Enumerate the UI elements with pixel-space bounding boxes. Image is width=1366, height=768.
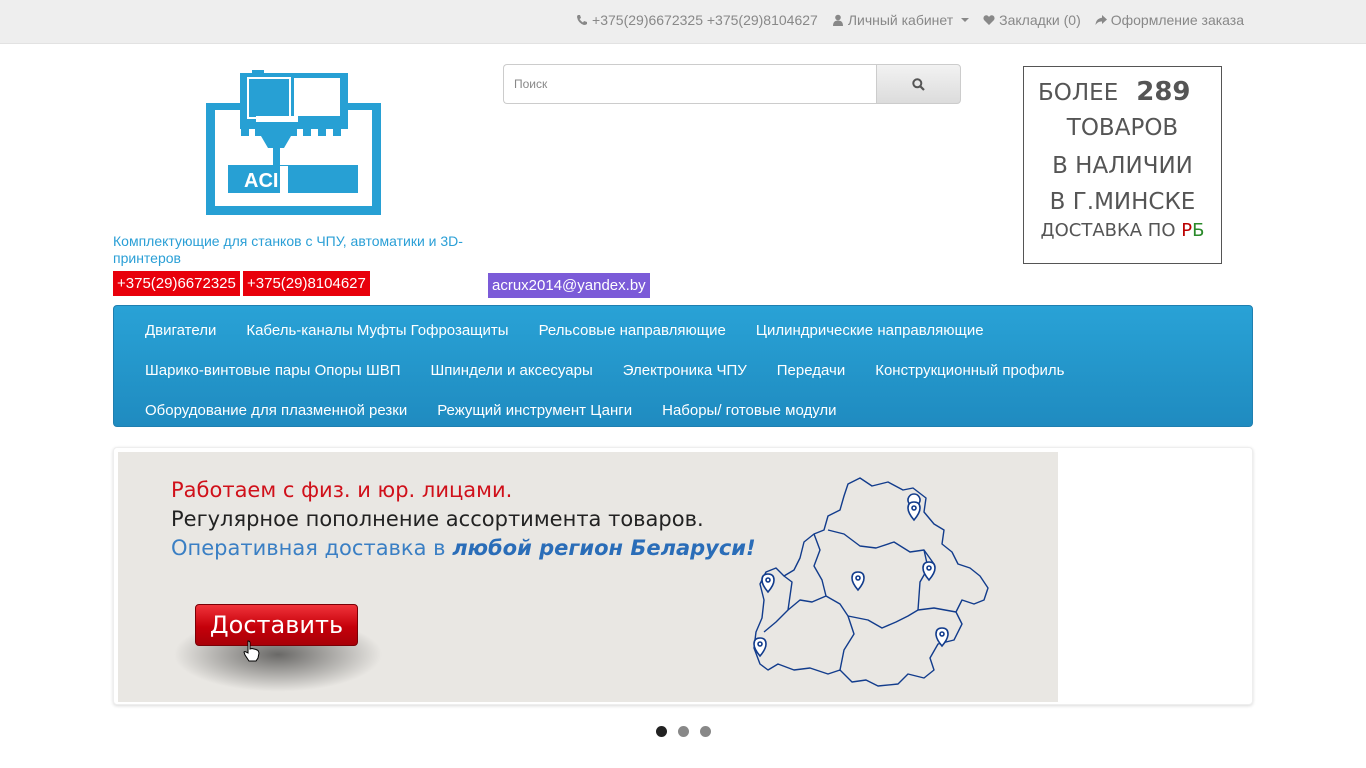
slider-dot-1[interactable]	[656, 726, 667, 737]
slide-line2: Регулярное пополнение ассортимента товар…	[171, 507, 704, 531]
search-bar	[503, 64, 961, 104]
deliver-button[interactable]: Доставить	[195, 604, 358, 646]
slider-dot-3[interactable]	[700, 726, 711, 737]
logo-text: ACI	[244, 170, 278, 192]
promo-line2: ТОВАРОВ	[1066, 115, 1179, 141]
bookmarks-label: Закладки (0)	[999, 12, 1081, 28]
promo-b: Б	[1192, 220, 1205, 241]
menu-row: Двигатели Кабель-каналы Муфты Гофрозащит…	[130, 310, 1252, 350]
top-bar: +375(29)6672325 +375(29)8104627 Личный к…	[0, 0, 1366, 44]
slide-line3: Оперативная доставка в любой регион Бела…	[171, 536, 756, 560]
category-menu: Двигатели Кабель-каналы Муфты Гофрозащит…	[113, 305, 1253, 427]
phone-icon	[577, 15, 588, 25]
menu-item[interactable]: Рельсовые направляющие	[524, 322, 741, 339]
belarus-map	[753, 477, 989, 687]
menu-item[interactable]: Передачи	[762, 362, 860, 379]
account-dropdown[interactable]: Личный кабинет	[832, 12, 970, 28]
search-button[interactable]	[876, 64, 961, 104]
search-input[interactable]	[503, 64, 876, 104]
slider-pagination	[656, 726, 711, 737]
promo-r: Р	[1181, 220, 1193, 241]
phones-text: +375(29)6672325 +375(29)8104627	[592, 12, 818, 28]
checkout-link[interactable]: Оформление заказа	[1095, 12, 1244, 28]
phones-link[interactable]: +375(29)6672325 +375(29)8104627	[576, 12, 818, 28]
search-icon	[912, 77, 925, 91]
promo-delivery: ДОСТАВКА ПО	[1040, 220, 1182, 241]
phone-badge-1[interactable]: +375(29)6672325	[113, 271, 240, 296]
promo-count: 289	[1136, 77, 1191, 107]
site-tagline: Комплектующие для станков с ЧПУ, автомат…	[113, 233, 463, 266]
share-icon	[1095, 15, 1107, 25]
slider-dot-2[interactable]	[678, 726, 689, 737]
user-icon	[832, 14, 843, 26]
email-badge[interactable]: acrux2014@yandex.by	[488, 273, 650, 298]
hand-cursor-icon	[243, 640, 260, 662]
menu-item[interactable]: Наборы/ готовые модули	[647, 402, 851, 419]
menu-item[interactable]: Оборудование для плазменной резки	[130, 402, 422, 419]
menu-row: Оборудование для плазменной резки Режущи…	[130, 390, 1252, 430]
heart-icon	[983, 15, 995, 25]
bookmarks-link[interactable]: Закладки (0)	[983, 12, 1081, 28]
promo-more: БОЛЕЕ	[1038, 80, 1119, 106]
banner-slider: Работаем с физ. и юр. лицами. Регулярное…	[113, 447, 1253, 705]
menu-item[interactable]: Цилиндрические направляющие	[741, 322, 999, 339]
slide-line1: Работаем с физ. и юр. лицами.	[171, 478, 513, 502]
phone-badge-2[interactable]: +375(29)8104627	[243, 271, 370, 296]
menu-item[interactable]: Шпиндели и аксесуары	[416, 362, 608, 379]
menu-item[interactable]: Конструкционный профиль	[860, 362, 1079, 379]
menu-item[interactable]: Электроника ЧПУ	[608, 362, 762, 379]
slide-line3-start: Оперативная доставка в	[171, 536, 453, 560]
promo-line5: ДОСТАВКА ПО РБ	[1024, 220, 1221, 241]
site-logo[interactable]: ACI	[206, 70, 381, 215]
slide-line3-bold: любой регион Беларуси!	[452, 536, 756, 560]
promo-line3: В НАЛИЧИИ	[1052, 153, 1193, 179]
menu-item[interactable]: Шарико-винтовые пары Опоры ШВП	[130, 362, 416, 379]
slide-delivery[interactable]: Работаем с физ. и юр. лицами. Регулярное…	[118, 452, 1058, 702]
account-label: Личный кабинет	[847, 12, 954, 28]
promo-line1: БОЛЕЕ 289	[1038, 77, 1191, 107]
promo-line4: В Г.МИНСКЕ	[1049, 189, 1196, 215]
caret-down-icon	[961, 18, 970, 22]
promo-banner: БОЛЕЕ 289 ТОВАРОВ В НАЛИЧИИ В Г.МИНСКЕ ДО…	[1023, 66, 1222, 264]
menu-row: Шарико-винтовые пары Опоры ШВП Шпиндели …	[130, 350, 1252, 390]
checkout-label: Оформление заказа	[1110, 12, 1244, 28]
menu-item[interactable]: Режущий инструмент Цанги	[422, 402, 647, 419]
menu-item[interactable]: Двигатели	[130, 322, 231, 339]
menu-item[interactable]: Кабель-каналы Муфты Гофрозащиты	[231, 322, 523, 339]
